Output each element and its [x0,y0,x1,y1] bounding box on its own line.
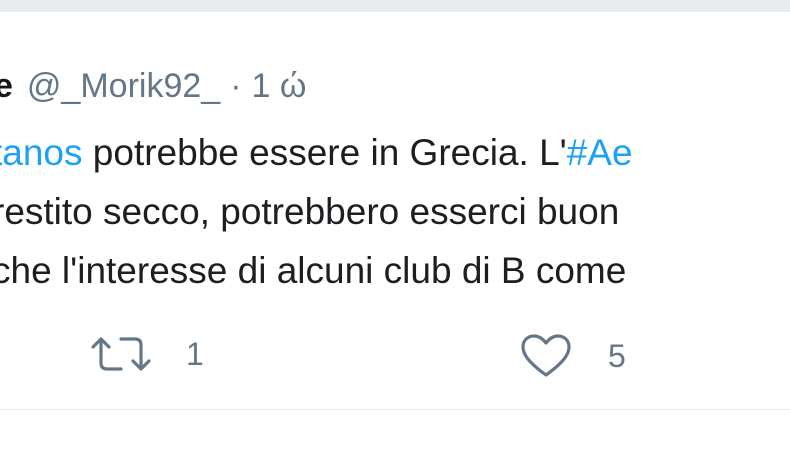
heart-icon[interactable] [520,334,572,378]
like-button[interactable]: 5 [520,334,626,378]
tweet-text-line-2: restito secco, potrebbero esserci buon [0,191,620,232]
mention-link[interactable]: tanos [0,132,83,173]
tweet-text-line-3: che l'interesse di alcuni club di B come [0,250,627,291]
top-divider-band [0,0,790,12]
separator-dot: · [230,67,242,105]
tweet-header: e @_Morik92_ · 1 ώ [0,66,306,106]
retweet-icon[interactable] [90,335,152,373]
tweet-text-segment: potrebbe essere in Grecia. L' [82,132,567,173]
author-name[interactable]: e [0,67,13,105]
hashtag-link[interactable]: #Ae [567,132,633,173]
like-count: 5 [608,338,626,374]
tweet-bottom-divider [0,409,790,410]
retweet-button[interactable]: 1 [90,334,204,374]
author-handle[interactable]: @_Morik92_ [27,67,220,105]
tweet-text-line-1: tanos potrebbe essere in Grecia. L'#Ae [0,131,633,175]
tweet-card[interactable]: e @_Morik92_ · 1 ώ tanos potrebbe essere in… [0,12,790,410]
retweet-count: 1 [186,336,204,372]
tweet-timestamp[interactable]: 1 ώ [252,67,307,105]
